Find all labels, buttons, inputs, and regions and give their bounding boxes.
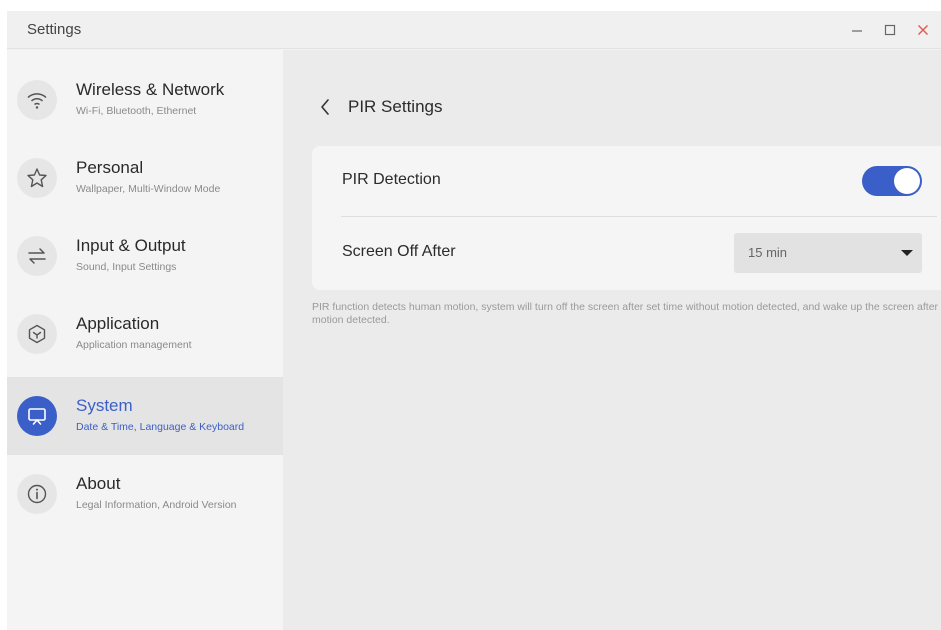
minimize-icon [852,30,862,32]
settings-window: Settings Wireless & Network Wi-Fi, Bluet… [7,11,941,630]
pir-detection-toggle[interactable] [862,166,922,196]
sidebar-item-system[interactable]: System Date & Time, Language & Keyboard [7,377,283,455]
sidebar-item-sublabel: Sound, Input Settings [76,261,177,273]
title-bar: Settings [7,11,941,49]
dropdown-value: 15 min [748,245,788,260]
maximize-button[interactable] [877,17,903,43]
sidebar-item-label: Application [76,314,160,333]
screen-off-after-label: Screen Off After [342,243,456,260]
screen-off-after-dropdown[interactable]: 15 min [734,233,922,273]
chevron-left-icon [321,99,329,115]
wifi-icon [17,80,57,120]
pir-description: PIR function detects human motion, syste… [312,301,939,326]
sidebar-item-sublabel: Wi-Fi, Bluetooth, Ethernet [76,105,197,117]
caret-down-icon [901,250,913,256]
sidebar-item-label: Input & Output [76,236,186,255]
minimize-button[interactable] [844,17,870,43]
back-button[interactable] [317,97,333,117]
sidebar-item-sublabel: Wallpaper, Multi-Window Mode [76,183,221,195]
close-button[interactable] [910,17,936,43]
sidebar: Wireless & Network Wi-Fi, Bluetooth, Eth… [7,50,283,630]
sidebar-item-label: Wireless & Network [76,80,225,99]
page-title: PIR Settings [348,97,443,116]
sidebar-item-about[interactable]: About Legal Information, Android Version [7,455,283,533]
settings-card: PIR Detection Screen Off After 15 min [312,146,941,290]
monitor-icon [17,396,57,436]
sidebar-item-label: System [76,396,133,415]
star-icon [17,158,57,198]
sidebar-item-application[interactable]: Application Application management [7,295,283,373]
sidebar-item-personal[interactable]: Personal Wallpaper, Multi-Window Mode [7,139,283,217]
cube-icon [17,314,57,354]
sidebar-item-wireless-network[interactable]: Wireless & Network Wi-Fi, Bluetooth, Eth… [7,61,283,139]
info-icon [17,474,57,514]
close-icon [918,25,928,35]
toggle-knob [894,168,920,194]
sidebar-item-label: About [76,474,121,493]
sidebar-item-label: Personal [76,158,144,177]
sidebar-item-sublabel: Legal Information, Android Version [76,499,237,511]
arrows-exchange-icon [17,236,57,276]
main-content: PIR Settings PIR Detection Screen Off Af… [283,50,941,630]
sidebar-item-sublabel: Date & Time, Language & Keyboard [76,421,245,433]
maximize-icon [884,24,896,36]
divider [341,216,937,217]
sidebar-item-input-output[interactable]: Input & Output Sound, Input Settings [7,217,283,295]
pir-detection-label: PIR Detection [342,171,441,188]
window-title: Settings [27,21,82,38]
sidebar-item-sublabel: Application management [76,339,192,351]
